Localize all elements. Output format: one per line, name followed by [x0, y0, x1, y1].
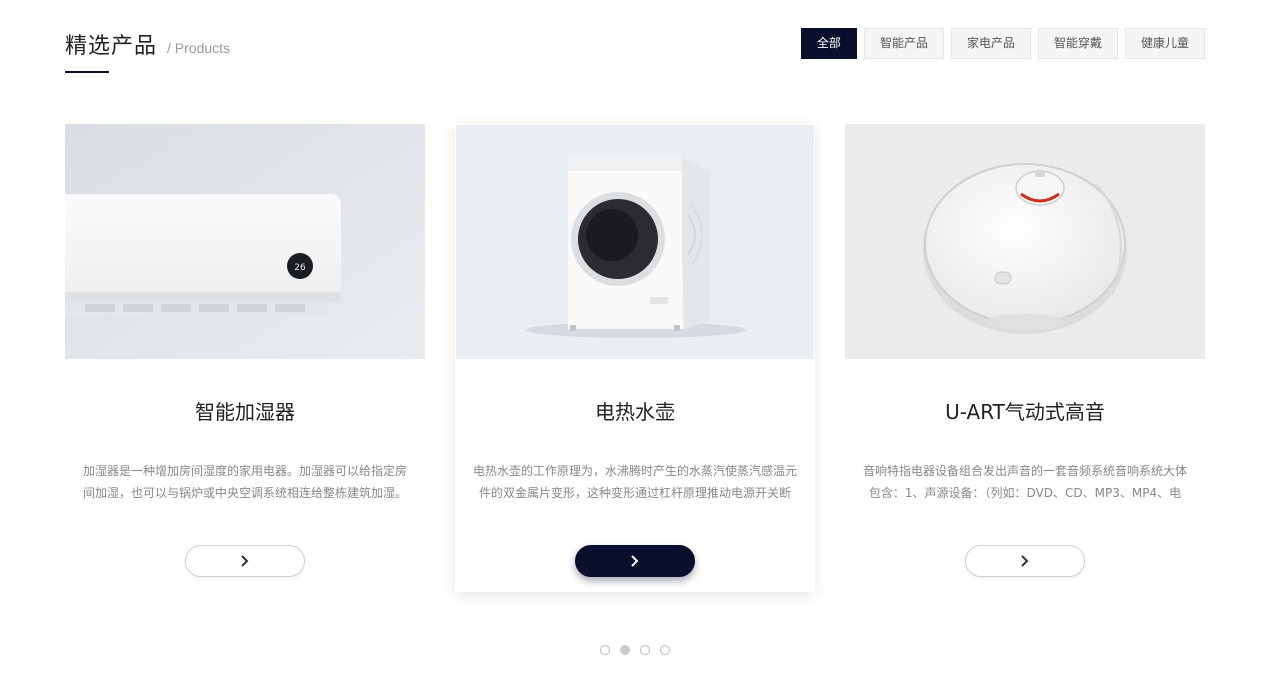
chevron-right-icon: [631, 555, 639, 567]
product-card: U-ART气动式高音 音响特指电器设备组合发出声音的一套音频系统音响系统大体包含…: [845, 124, 1205, 592]
card-title: 智能加湿器: [195, 400, 295, 424]
pager-dot-1[interactable]: [600, 645, 610, 655]
pager-dot-3[interactable]: [640, 645, 650, 655]
filter-tab-health-kids[interactable]: 健康儿童: [1124, 28, 1205, 59]
card-detail-button[interactable]: [575, 545, 695, 577]
filter-tab-smart-products[interactable]: 智能产品: [863, 28, 944, 59]
filter-tab-all[interactable]: 全部: [800, 28, 857, 59]
card-detail-button[interactable]: [185, 545, 305, 577]
pager-dot-2[interactable]: [620, 645, 630, 655]
air-conditioner-image[interactable]: 26: [65, 124, 425, 359]
title-underline: [65, 71, 109, 73]
chevron-right-icon: [1021, 555, 1029, 567]
section-title-zh: 精选产品: [65, 34, 158, 59]
pager-dot-4[interactable]: [660, 645, 670, 655]
product-card-featured: 电热水壶 电热水壶的工作原理为，水沸腾时产生的水蒸汽使蒸汽感温元件的双金属片变形…: [455, 124, 815, 592]
robot-vacuum-image[interactable]: [845, 124, 1205, 359]
filter-tab-home-appliances[interactable]: 家电产品: [950, 28, 1031, 59]
card-title: 电热水壶: [595, 400, 675, 424]
svg-text:26: 26: [294, 263, 306, 273]
filter-tabs: 全部 智能产品 家电产品 智能穿戴 健康儿童: [800, 28, 1205, 59]
chevron-right-icon: [241, 555, 249, 567]
washing-machine-icon: [456, 125, 814, 359]
section-title-en: / Products: [167, 40, 231, 56]
section-title: 精选产品 / Products: [65, 28, 230, 60]
card-description: 加湿器是一种增加房间湿度的家用电器。加湿器可以给指定房间加湿，也可以与锅炉或中央…: [83, 464, 407, 500]
air-conditioner-icon: 26: [65, 124, 425, 359]
washing-machine-image[interactable]: [456, 125, 814, 359]
carousel-pager: [600, 645, 670, 655]
filter-tab-smart-wearables[interactable]: 智能穿戴: [1037, 28, 1118, 59]
robot-vacuum-icon: [845, 124, 1205, 359]
card-description: 音响特指电器设备组合发出声音的一套音频系统音响系统大体包含：1、声源设备：（列如…: [863, 464, 1187, 500]
product-card: 26 智能加湿器 加湿器是一种增加房间湿度的家用电器。加湿器可以给指定房间加湿，…: [65, 124, 425, 592]
card-description: 电热水壶的工作原理为，水沸腾时产生的水蒸汽使蒸汽感温元件的双金属片变形，这种变形…: [473, 464, 797, 500]
card-title: U-ART气动式高音: [945, 400, 1105, 424]
card-detail-button[interactable]: [965, 545, 1085, 577]
